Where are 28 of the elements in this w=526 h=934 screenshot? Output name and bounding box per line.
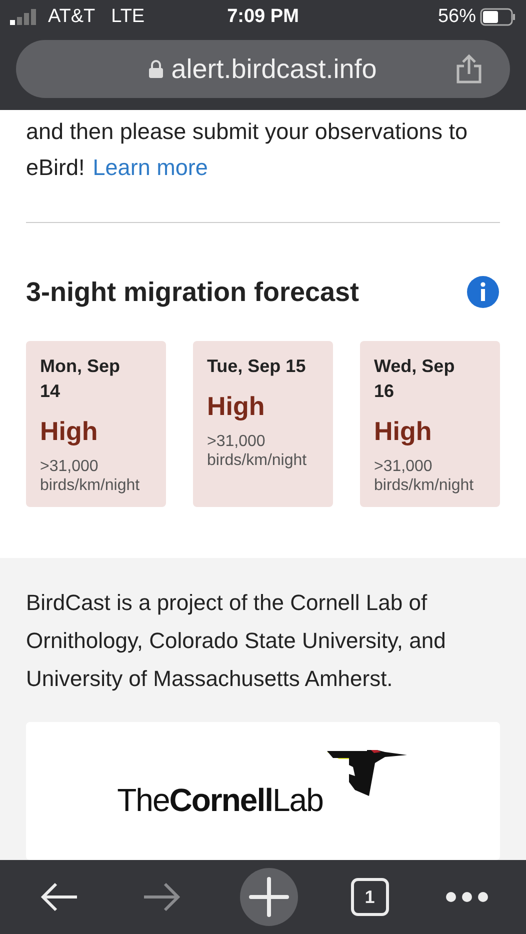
- address-bar[interactable]: alert.birdcast.info: [16, 40, 510, 98]
- more-icon: [444, 891, 489, 903]
- forecast-amount: >31,000 birds/km/night: [374, 457, 475, 495]
- tab-count-button[interactable]: 1: [350, 878, 389, 916]
- carrier: AT&T: [48, 6, 96, 28]
- battery-percent: 56%: [438, 6, 476, 28]
- logo-wordmark: TheCornellLab: [117, 782, 323, 819]
- share-icon[interactable]: [456, 54, 482, 84]
- info-icon[interactable]: [466, 275, 500, 309]
- plus-icon: [248, 877, 289, 917]
- forecast-level: High: [207, 391, 266, 422]
- footer-text: BirdCast is a project of the Cornell Lab of Ornithology, Colorado State University, and University of Massachusetts Amherst.: [26, 589, 447, 693]
- forecast-level: High: [40, 416, 99, 447]
- forecast-date: Tue, Sep 15: [207, 355, 307, 378]
- forward-arrow-icon: [142, 881, 182, 913]
- clock: 7:09 PM: [227, 6, 299, 28]
- forecast-date: Wed, Sep 16: [374, 355, 456, 403]
- intro-text: and then please submit your observations to eBird! Learn more: [25, 118, 469, 182]
- battery-icon: [480, 8, 516, 26]
- forecast-amount: >31,000 birds/km/night: [40, 457, 141, 495]
- network-type: LTE: [111, 6, 145, 28]
- forecast-date: Mon, Sep 14: [40, 355, 121, 403]
- forecast-heading: 3-night migration forecast: [26, 276, 360, 308]
- forecast-level: High: [374, 416, 433, 447]
- forecast-amount: >31,000 birds/km/night: [207, 432, 308, 470]
- lock-icon: [149, 60, 164, 78]
- learn-more-link[interactable]: Learn more: [92, 155, 208, 180]
- back-arrow-icon: [39, 881, 80, 913]
